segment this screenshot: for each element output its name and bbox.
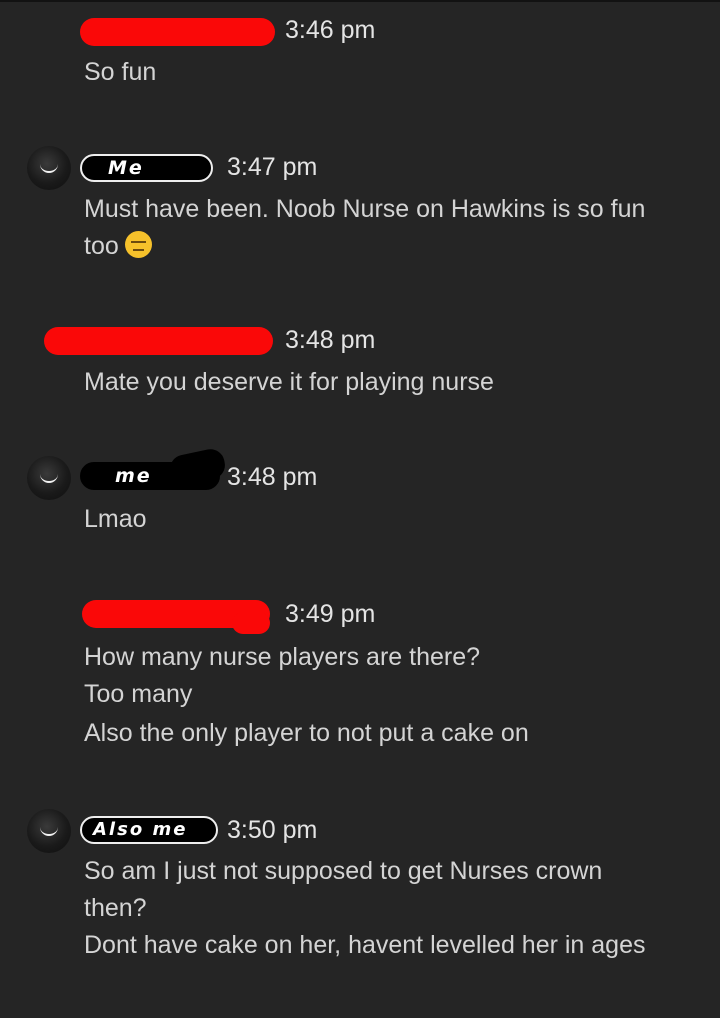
username-text: Also me bbox=[93, 819, 188, 840]
message-timestamp: 3:50 pm bbox=[227, 816, 318, 844]
message-text: So am I just not supposed to get Nurses … bbox=[84, 857, 603, 885]
message-text: then? bbox=[84, 894, 147, 922]
avatar[interactable] bbox=[27, 809, 71, 853]
message-text: Dont have cake on her, havent levelled h… bbox=[84, 931, 646, 959]
smile-icon bbox=[40, 825, 58, 836]
message-group: Also me 3:50 pm So am I just not suppose… bbox=[0, 0, 720, 1018]
